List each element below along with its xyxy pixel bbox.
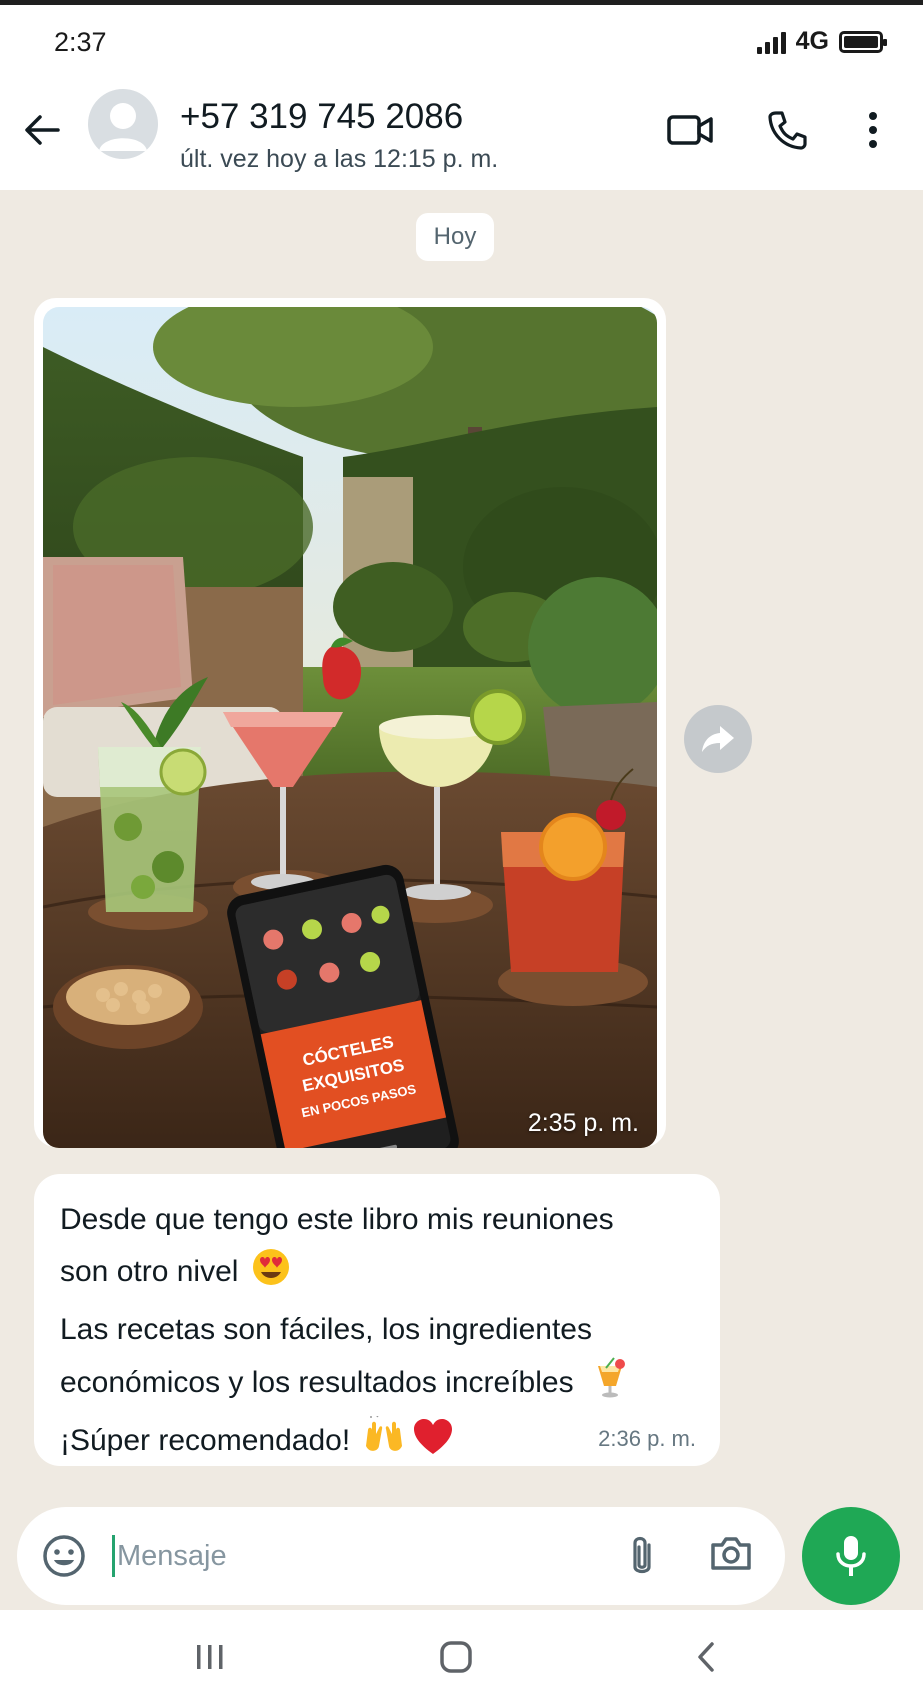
message-line: son otro nivel <box>60 1246 694 1304</box>
back-arrow-icon[interactable] <box>22 110 62 150</box>
message-line: económicos y los resultados increíbles <box>60 1356 694 1415</box>
status-icons: 4G <box>756 27 887 56</box>
chat-area[interactable]: Hoy CÓCTELES EXQUISITOS EN POCOS PASOS 2… <box>0 190 923 1610</box>
heart-eyes-emoji-icon <box>251 1247 291 1304</box>
camera-icon[interactable] <box>709 1533 753 1578</box>
more-options-icon[interactable] <box>848 105 898 155</box>
chat-header: +57 319 745 2086 últ. vez hoy a las 12:1… <box>0 75 923 190</box>
message-composer <box>17 1507 785 1605</box>
contact-name[interactable]: +57 319 745 2086 <box>180 97 463 137</box>
text-message-time: 2:36 p. m. <box>598 1426 696 1451</box>
battery-icon <box>839 30 887 53</box>
message-input[interactable] <box>113 1508 533 1604</box>
avatar[interactable] <box>88 89 158 159</box>
cocktail-photo[interactable]: CÓCTELES EXQUISITOS EN POCOS PASOS 2:35 … <box>43 307 657 1148</box>
image-message-time: 2:35 p. m. <box>527 1109 639 1137</box>
back-nav-icon[interactable] <box>676 1632 736 1682</box>
message-line: Desde que tengo este libro mis reuniones <box>60 1203 614 1236</box>
attach-icon[interactable] <box>627 1533 657 1584</box>
text-message[interactable]: Desde que tengo este libro mis reuniones… <box>34 1174 720 1466</box>
status-bar: 2:37 4G <box>0 5 923 75</box>
network-type: 4G <box>795 27 829 55</box>
home-icon[interactable] <box>426 1632 486 1682</box>
recent-apps-icon[interactable] <box>180 1632 240 1682</box>
last-seen-status: últ. vez hoy a las 12:15 p. m. <box>180 145 499 173</box>
system-nav-bar <box>0 1610 923 1705</box>
tropical-drink-emoji-icon <box>592 1356 628 1415</box>
mic-icon[interactable] <box>802 1507 900 1605</box>
phone-call-icon[interactable] <box>762 105 812 155</box>
raising-hands-emoji-icon <box>363 1413 405 1473</box>
date-chip: Hoy <box>416 213 494 261</box>
emoji-icon[interactable] <box>41 1533 87 1584</box>
status-time: 2:37 <box>54 27 107 57</box>
image-message[interactable]: CÓCTELES EXQUISITOS EN POCOS PASOS 2:35 … <box>34 298 666 1148</box>
message-line: Las recetas son fáciles, los ingrediente… <box>60 1313 592 1346</box>
signal-icon <box>756 30 786 54</box>
video-call-icon[interactable] <box>665 105 715 155</box>
red-heart-emoji-icon <box>413 1418 453 1473</box>
forward-icon[interactable] <box>684 705 752 773</box>
